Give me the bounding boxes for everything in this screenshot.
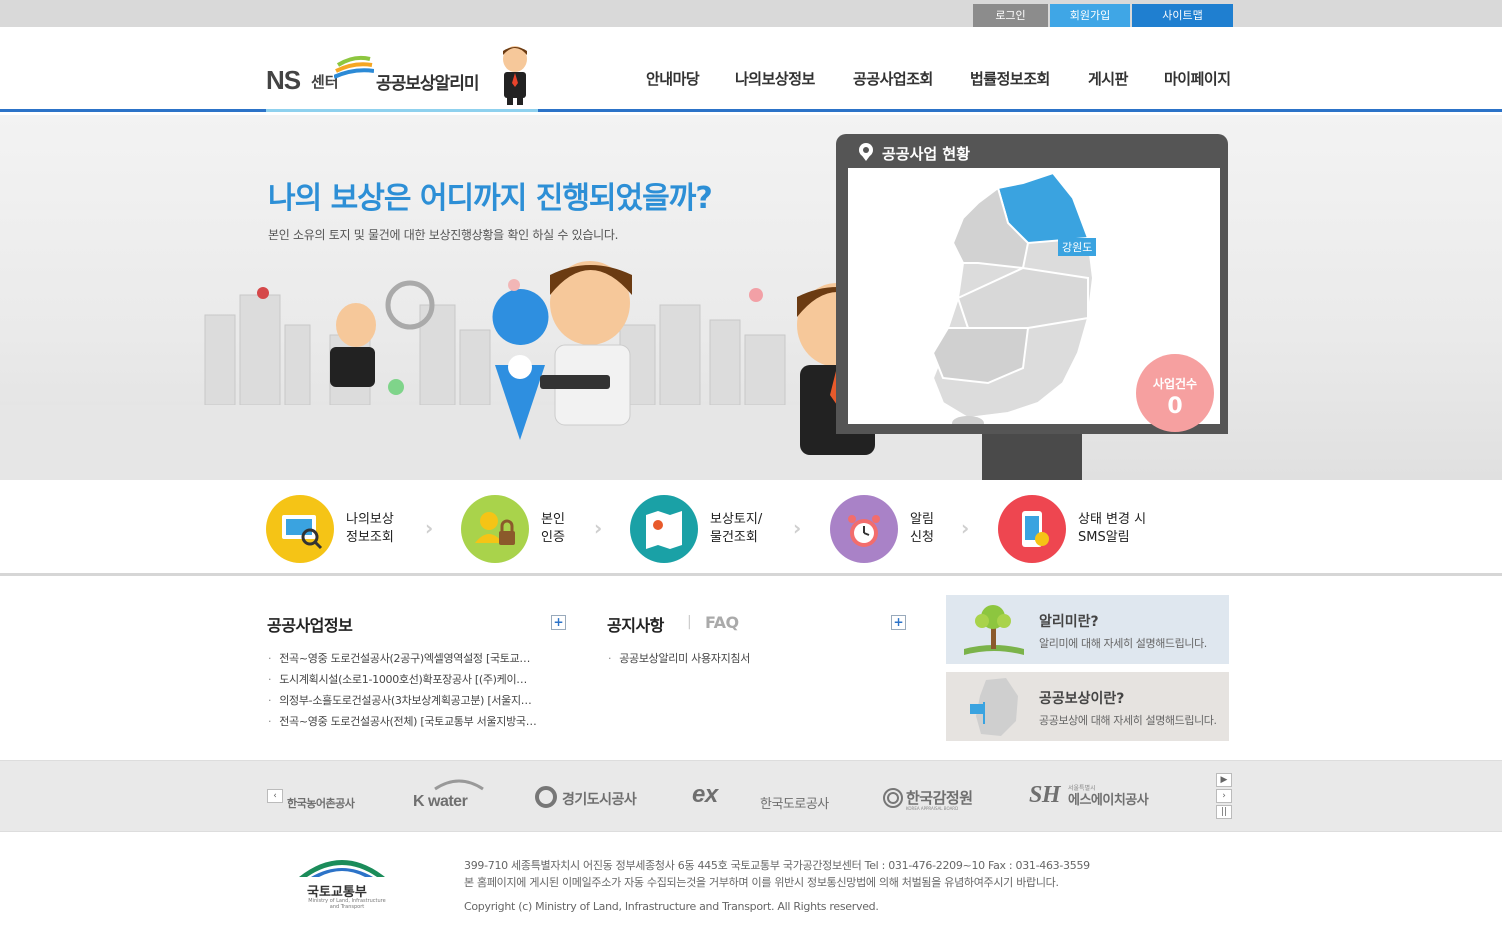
alimi-info-title: 알리미란? bbox=[1039, 614, 1099, 630]
quick-label: 나의보상 정보조회 bbox=[346, 512, 394, 545]
partner-sh-mark: SH bbox=[1029, 782, 1061, 808]
partner-banner: ‹ 한국농어촌공사 K water 경기도시공사 ex 한국도로공사 한국감정원… bbox=[0, 760, 1502, 832]
compensation-info-title: 공공보상이란? bbox=[1039, 691, 1125, 707]
kwater-wave-icon bbox=[434, 779, 484, 791]
tab-faq[interactable]: FAQ bbox=[705, 613, 739, 632]
nav-mypage[interactable]: 마이페이지 bbox=[1164, 68, 1231, 89]
partner-kwater[interactable]: K water bbox=[413, 793, 468, 811]
play-icon[interactable]: ▶ bbox=[1216, 773, 1232, 787]
quick-label: 상태 변경 시 SMS알림 bbox=[1078, 512, 1147, 545]
footer: 국토교통부 Ministry of Land, Infrastructure a… bbox=[0, 833, 1502, 950]
join-link[interactable]: 회원가입 bbox=[1050, 4, 1130, 27]
location-pin-icon bbox=[859, 143, 873, 161]
tree-book-icon bbox=[964, 605, 1024, 655]
smartphone-icon bbox=[998, 495, 1066, 563]
login-link[interactable]: 로그인 bbox=[973, 4, 1048, 27]
hero-subtitle: 본인 소유의 토지 및 물건에 대한 보상진행상황을 확인 하실 수 있습니다. bbox=[268, 228, 619, 242]
footer-email-notice: 본 홈페이지에 게시된 이메일주소가 자동 수집되는것을 거부하며 이를 위반시… bbox=[464, 876, 1059, 889]
partner-ex[interactable]: 한국도로공사 bbox=[760, 793, 829, 812]
partner-ka[interactable]: 한국감정원 bbox=[906, 787, 973, 808]
public-info-list: 전곡~영중 도로건설공사(2공구)엑셀영역설정 [국토교… 도시계획시설(소로1… bbox=[268, 648, 558, 732]
footer-copyright: Copyright (c) Ministry of Land, Infrastr… bbox=[464, 900, 879, 913]
compensation-info-desc: 공공보상에 대해 자세히 설명해드립니다. bbox=[1039, 714, 1217, 727]
molit-logo: 국토교통부 Ministry of Land, Infrastructure a… bbox=[297, 851, 387, 913]
utility-bar: 로그인 회원가입 사이트맵 bbox=[0, 0, 1502, 27]
chevron-right-icon: › bbox=[594, 516, 603, 540]
molit-arc-icon bbox=[299, 860, 385, 877]
list-item[interactable]: 도시계획시설(소로1-1000호선)확포장공사 [(주)케이… bbox=[268, 669, 558, 690]
site-logo[interactable]: NS 센터 공공보상알리미 bbox=[266, 46, 541, 109]
list-item[interactable]: 공공보상알리미 사용자지침서 bbox=[608, 648, 898, 669]
nav-my-compensation[interactable]: 나의보상정보 bbox=[735, 68, 815, 89]
monitor-title: 공공사업 현황 bbox=[882, 145, 971, 163]
list-item[interactable]: 전곡~영중 도로건설공사(2공구)엑셀영역설정 [국토교… bbox=[268, 648, 558, 669]
map-icon bbox=[630, 495, 698, 563]
project-status-monitor: 공공사업 현황 강원도 사업건수 0 bbox=[836, 134, 1228, 480]
chevron-right-icon: › bbox=[425, 516, 434, 540]
nav-board[interactable]: 게시판 bbox=[1088, 68, 1128, 89]
quick-menu: 나의보상 정보조회 › 본인 인증 › 보상토지/물건조회 › 알림 신청 › 상태 … bbox=[0, 480, 1502, 576]
header: NS 센터 공공보상알리미 안내마당 나의보상정보 공공사업조회 법률정보조회 … bbox=[0, 27, 1502, 112]
mascot-icon bbox=[503, 46, 527, 105]
prev-arrow-icon[interactable]: ‹ bbox=[267, 789, 283, 803]
compensation-info-box[interactable]: 공공보상이란? 공공보상에 대해 자세히 설명해드립니다. bbox=[946, 672, 1229, 741]
tab-notice[interactable]: 공지사항 bbox=[607, 612, 664, 636]
partner-ka-en: KOREA APPRAISAL BOARD bbox=[906, 806, 959, 811]
project-count-value: 0 bbox=[1167, 394, 1183, 419]
alimi-info-box[interactable]: 알리미란? 알리미에 대해 자세히 설명해드립니다. bbox=[946, 595, 1229, 664]
footer-address: 399-710 세종특별자치시 어진동 정부세종청사 6동 445호 국토교통부… bbox=[464, 859, 1090, 872]
chevron-right-icon: › bbox=[793, 516, 802, 540]
nav-law-info[interactable]: 법률정보조회 bbox=[970, 68, 1050, 89]
alimi-info-desc: 알리미에 대해 자세히 설명해드립니다. bbox=[1039, 637, 1207, 650]
partner-ex-mark: ex bbox=[692, 781, 718, 808]
korea-map: 강원도 사업건수 0 bbox=[848, 168, 1220, 432]
quick-label: 보상토지/물건조회 bbox=[710, 512, 763, 545]
project-count-label: 사업건수 bbox=[1152, 377, 1198, 391]
quick-label: 알림 신청 bbox=[910, 512, 934, 545]
logo-underline bbox=[266, 109, 538, 112]
list-item[interactable]: 전곡~영중 도로건설공사(전체) [국토교통부 서울지방국… bbox=[268, 711, 558, 732]
gh-logo-icon bbox=[535, 786, 557, 808]
nav-public-project[interactable]: 공공사업조회 bbox=[853, 68, 933, 89]
hero-title: 나의 보상은 어디까지 진행되었을까? bbox=[268, 181, 713, 216]
sitemap-link[interactable]: 사이트맵 bbox=[1132, 4, 1233, 27]
partner-sh[interactable]: 에스에이치공사 bbox=[1068, 789, 1149, 808]
monitor-stand bbox=[982, 434, 1082, 480]
chevron-right-icon: › bbox=[961, 516, 970, 540]
logo-name: 공공보상알리미 bbox=[376, 74, 479, 94]
partner-gh[interactable]: 경기도시공사 bbox=[562, 789, 637, 809]
partner-krc[interactable]: 한국농어촌공사 bbox=[287, 795, 355, 811]
notice-list: 공공보상알리미 사용자지침서 bbox=[608, 648, 898, 669]
molit-logo-en: Ministry of Land, Infrastructure and Tra… bbox=[308, 898, 386, 910]
logo-ns: NS bbox=[266, 65, 301, 95]
nav-guide[interactable]: 안내마당 bbox=[646, 68, 700, 89]
project-count-badge: 사업건수 0 bbox=[1136, 354, 1214, 432]
more-plus-icon[interactable]: + bbox=[891, 615, 906, 630]
alarm-clock-icon bbox=[830, 495, 898, 563]
quick-label: 본인 인증 bbox=[541, 512, 565, 545]
monitor-search-icon bbox=[266, 495, 334, 563]
more-plus-icon[interactable]: + bbox=[551, 615, 566, 630]
korea-map-pin-icon bbox=[970, 678, 1018, 736]
ka-logo-icon bbox=[883, 788, 903, 808]
hero-banner: 나의 보상은 어디까지 진행되었을까? 본인 소유의 토지 및 물건에 대한 보… bbox=[0, 115, 1502, 480]
logo-stripe-icon bbox=[334, 55, 374, 79]
region-label-gangwon[interactable]: 강원도 bbox=[1058, 238, 1097, 256]
tab-divider: | bbox=[687, 614, 692, 630]
public-info-title[interactable]: 공공사업정보 bbox=[267, 612, 353, 636]
pause-icon[interactable]: || bbox=[1216, 805, 1232, 819]
list-item[interactable]: 의정부-소흘도로건설공사(3차보상계획공고분) [서울지… bbox=[268, 690, 558, 711]
user-lock-icon bbox=[461, 495, 529, 563]
next-arrow-icon[interactable]: › bbox=[1216, 789, 1232, 803]
